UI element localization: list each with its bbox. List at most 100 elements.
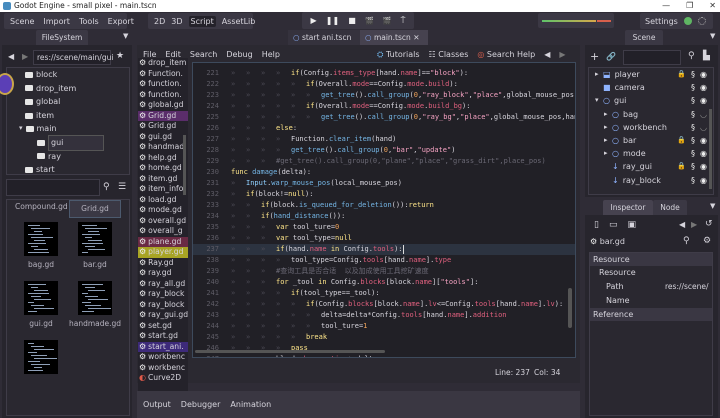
scene-node-player[interactable]: ▸ ⬓ player 🔒 § ◉ xyxy=(589,68,713,81)
search-icon[interactable]: ⚲ xyxy=(683,236,690,246)
workspace-3d[interactable]: 3D xyxy=(171,17,182,26)
node-filter-input[interactable] xyxy=(623,50,681,65)
tab-start-ani[interactable]: ○ start ani.tscn xyxy=(288,30,360,45)
file-thumbnail[interactable]: ⚙ xyxy=(15,340,67,378)
expand-arrow-icon[interactable]: ▸ xyxy=(604,108,612,121)
script-list-item[interactable]: ⚙ start_ani. xyxy=(138,341,188,352)
visibility-eye-icon[interactable]: ◉ xyxy=(700,160,707,173)
menu-search[interactable]: Search xyxy=(190,50,217,59)
workspace-script[interactable]: Script xyxy=(188,15,216,27)
script-list-item[interactable]: ⚙ overall.gd xyxy=(138,216,188,227)
expand-arrow-icon[interactable]: ▸ xyxy=(604,147,612,160)
dock-menu-icon[interactable]: ▼ xyxy=(710,32,715,40)
script-list-item[interactable]: ⚙ Grid.gd xyxy=(138,121,188,132)
scene-tree-scrollbar[interactable] xyxy=(709,109,712,189)
script-list-item[interactable]: ⚙ ray_all.gd xyxy=(138,279,188,290)
tab-node[interactable]: Node xyxy=(653,200,687,215)
menu-debug[interactable]: Debug xyxy=(226,50,252,59)
tab-inspector[interactable]: Inspector xyxy=(603,200,653,215)
script-list-item[interactable]: ⚙ ray.gd xyxy=(138,268,188,279)
lock-icon[interactable]: 🔒 xyxy=(677,160,686,173)
settings-gear-icon[interactable]: ⚙ xyxy=(703,236,711,246)
section-reference[interactable]: Reference xyxy=(590,308,712,321)
code-vscrollbar[interactable] xyxy=(568,288,572,328)
close-button[interactable]: ✕ xyxy=(709,0,716,12)
file-thumbnail[interactable]: ⚙ bag.gd xyxy=(15,222,67,269)
section-resource[interactable]: Resource xyxy=(590,253,712,266)
scene-node-ray_gui[interactable]: ↓ ray_gui 🔒 § ◉ xyxy=(589,160,713,173)
script-list-item[interactable]: ⚙ workbenc xyxy=(138,363,188,374)
tab-scene[interactable]: Scene xyxy=(625,30,663,45)
close-tab-icon[interactable]: ✕ xyxy=(413,33,419,42)
scene-node-bag[interactable]: ▸ ○ bag § ◡ xyxy=(589,108,713,121)
remote-debug-icon[interactable]: ⍑ xyxy=(401,16,406,26)
workspace-assetlib[interactable]: AssetLib xyxy=(222,17,256,26)
script-icon[interactable]: § xyxy=(691,174,695,187)
property-name[interactable]: Name xyxy=(590,294,712,308)
script-list-item[interactable]: ⚙ Function. xyxy=(138,69,188,80)
tab-animation[interactable]: Animation xyxy=(230,400,271,409)
script-list-item[interactable]: ⚙ workbenc xyxy=(138,352,188,363)
next-script-icon[interactable]: ▶ xyxy=(559,50,565,60)
file-search-input[interactable] xyxy=(6,179,100,196)
play-scene-icon[interactable]: 🎬 xyxy=(365,17,374,25)
script-icon[interactable]: § xyxy=(691,121,695,134)
file-thumbnail[interactable]: ⚙ bar.gd xyxy=(69,222,121,269)
visibility-eye-icon[interactable]: ◉ xyxy=(700,147,707,160)
scene-node-mode[interactable]: ▸ ○ mode § ◉ xyxy=(589,147,713,160)
search-icon[interactable]: ⚲ xyxy=(688,51,695,61)
scene-node-camera[interactable]: ■ camera § ◉ xyxy=(589,81,713,94)
minimize-button[interactable]: — xyxy=(662,0,670,12)
script-icon[interactable]: § xyxy=(691,147,695,160)
tutorials-link[interactable]: ⛭ Tutorials xyxy=(377,50,420,60)
path-input[interactable]: res://scene/main/gui xyxy=(33,50,113,65)
tree-item-start[interactable]: start xyxy=(7,163,129,174)
new-resource-icon[interactable]: ▯ xyxy=(594,220,599,230)
script-list-item[interactable]: ⚙ start.gd xyxy=(138,331,188,342)
script-list-item[interactable]: ⚙ mode.gd xyxy=(138,205,188,216)
scene-node-workbench[interactable]: ▸ ○ workbench § ◡ xyxy=(589,121,713,134)
visibility-eye-icon[interactable]: ◉ xyxy=(700,134,707,147)
script-list-item[interactable]: ⚙ item_info xyxy=(138,184,188,195)
file-thumbnail[interactable]: ⚙ gui.gd xyxy=(15,281,67,328)
play-icon[interactable]: ▶ xyxy=(311,16,317,25)
property-path[interactable]: Path res://scene/ xyxy=(590,280,712,294)
search-icon[interactable]: ⚲ xyxy=(103,182,110,192)
play-custom-scene-icon[interactable]: 🎬 xyxy=(383,17,392,25)
subsection-resource[interactable]: Resource xyxy=(590,266,712,280)
script-list-item[interactable]: ⚙ home.gd xyxy=(138,163,188,174)
classes-link[interactable]: ☷ Classes xyxy=(429,50,469,60)
tree-item-item[interactable]: item xyxy=(7,109,129,123)
file-thumbnail[interactable]: ⚙ handmade.gd xyxy=(69,281,121,328)
script-list-scrollbar[interactable] xyxy=(183,135,186,195)
script-list-item[interactable]: ⚙ player.gd xyxy=(138,247,188,258)
path-value[interactable]: res://scene/ xyxy=(665,280,709,294)
scene-script-icon[interactable]: ▙ xyxy=(703,51,710,61)
script-list-item[interactable]: ⚙ set.gd xyxy=(138,321,188,332)
prev-script-icon[interactable]: ◀ xyxy=(544,50,550,60)
forward-icon[interactable]: ▶ xyxy=(22,52,28,61)
dock-menu-icon[interactable]: ▼ xyxy=(123,32,128,40)
maximize-button[interactable]: ❐ xyxy=(686,0,693,12)
script-list-item[interactable]: ⚙ load.gd xyxy=(138,195,188,206)
visibility-eye-icon[interactable]: ◉ xyxy=(700,174,707,187)
tree-item-global[interactable]: global xyxy=(7,95,129,109)
tree-item-drop_item[interactable]: drop_item xyxy=(7,82,129,96)
dock-menu-icon[interactable]: ▼ xyxy=(710,202,715,210)
script-icon[interactable]: § xyxy=(691,108,695,121)
save-resource-icon[interactable]: ▣ xyxy=(627,220,636,230)
tree-item-block[interactable]: block xyxy=(7,68,129,82)
tab-output[interactable]: Output xyxy=(143,400,171,409)
tree-item-gui[interactable]: gui xyxy=(7,134,129,151)
expand-arrow-icon[interactable]: ▸ xyxy=(604,121,612,134)
code-editor[interactable]: 221 »»»» if(Config.items_type[hand.name]==… xyxy=(192,62,576,358)
back-icon[interactable]: ◀ xyxy=(8,52,14,61)
visibility-eye-icon[interactable]: ◉ xyxy=(700,81,707,94)
expand-arrow-icon[interactable]: ▸ xyxy=(604,134,612,147)
script-list-item[interactable]: ⚙ gui.gd xyxy=(138,132,188,143)
file-thumbnail[interactable]: ⚙Grid.gd xyxy=(69,200,121,218)
script-icon[interactable]: § xyxy=(691,160,695,173)
script-list-item[interactable]: ⚙ Ray.gd xyxy=(138,258,188,269)
search-help-link[interactable]: ◎ Search Help xyxy=(477,50,535,60)
lock-icon[interactable]: 🔒 xyxy=(677,68,686,81)
